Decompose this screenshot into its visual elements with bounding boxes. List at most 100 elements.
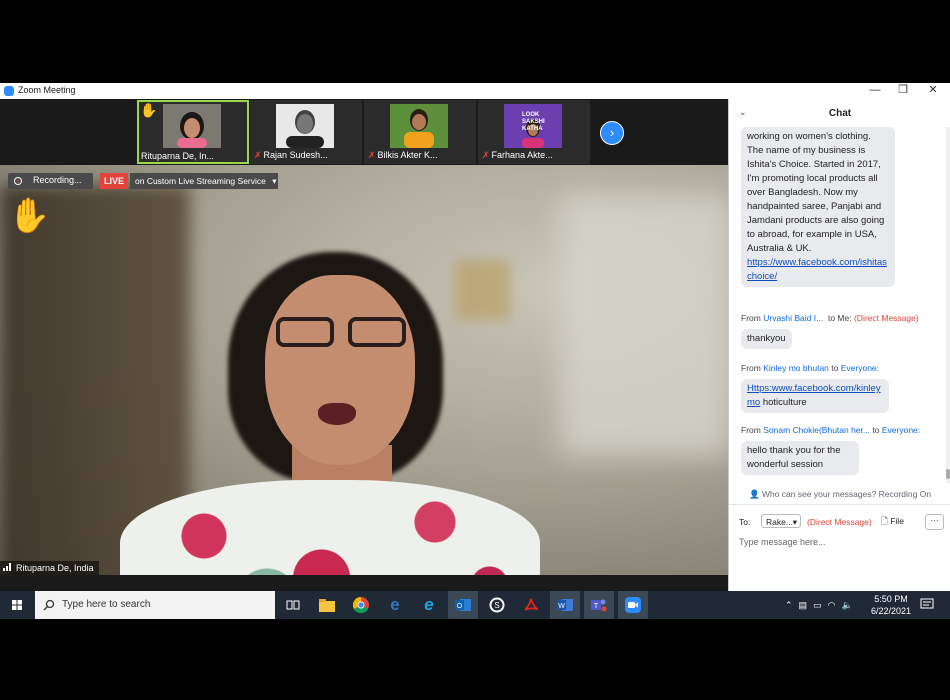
chat-header: ⌄ Chat <box>729 99 950 127</box>
participant-name: Rajan Sudesh... <box>263 150 328 160</box>
message-sender: From Sonam Chokie(Bhutan her... to Every… <box>741 425 921 435</box>
chat-message: Https:www.facebook.com/kinleymo hoticult… <box>741 379 889 413</box>
file-button[interactable]: 🗋 File <box>881 516 904 530</box>
chrome-button[interactable] <box>346 591 376 619</box>
acrobat-icon <box>524 598 538 611</box>
muted-mic-icon: ✗ <box>368 150 376 160</box>
acrobat-button[interactable] <box>516 591 546 619</box>
chat-message: thankyou <box>741 329 792 349</box>
system-tray: ⌃ ▤ ▭ ◠ 🔈 <box>785 591 853 619</box>
banner-text: LOOK SAKSHI KATHA <box>522 112 545 132</box>
who-can-see-link[interactable]: 👤 Who can see your messages? Recording O… <box>729 489 950 500</box>
chat-message: working on women's clothing. The name of… <box>741 127 895 287</box>
participant-name: Farhana Akte... <box>491 150 553 160</box>
message-sender: From Kinley mo bhutan to Everyone: <box>741 363 880 373</box>
chat-input[interactable]: Type message here... <box>739 537 826 547</box>
internet-explorer-icon: e <box>424 595 434 614</box>
participant-photo <box>276 104 334 148</box>
window-title: Zoom Meeting <box>18 85 76 95</box>
video-area: ✋ Rituparna De, In... ✗Rajan Sudesh... <box>0 99 728 619</box>
teams-icon: T <box>591 599 607 612</box>
skype-button[interactable]: S <box>482 591 512 619</box>
participant-thumb[interactable]: ✋ Rituparna De, In... <box>137 100 249 164</box>
edge-button[interactable]: e <box>380 591 410 619</box>
windows-taskbar: Type here to search e e O S W T ⌃ ▤ ▭ ◠ … <box>0 591 950 619</box>
start-button[interactable] <box>0 591 34 619</box>
close-button[interactable]: ✕ <box>918 83 948 99</box>
edge-icon: e <box>390 595 400 614</box>
file-explorer-button[interactable] <box>312 591 342 619</box>
participant-photo <box>390 104 448 148</box>
windows-logo-icon <box>12 600 22 610</box>
recording-indicator[interactable]: Recording... <box>8 173 93 189</box>
wifi-icon[interactable]: ◠ <box>828 600 836 611</box>
participant-thumb[interactable]: LOOK SAKSHI KATHA ✗ Farhana Akte... <box>478 100 590 164</box>
chrome-icon <box>353 597 369 613</box>
speaker-name-tag: Rituparna De, India <box>0 561 99 575</box>
skype-icon: S <box>489 597 505 613</box>
message-sender: From Urvashi Baid I... to Me: (Direct Me… <box>741 313 919 323</box>
direct-message-label: (Direct Message) <box>807 517 872 527</box>
svg-text:T: T <box>594 603 599 610</box>
teams-button[interactable]: T <box>584 591 614 619</box>
search-icon <box>43 599 55 611</box>
participant-strip: ✋ Rituparna De, In... ✗Rajan Sudesh... <box>0 99 728 165</box>
recipient-row: To: Rake... ▾ (Direct Message) 🗋 File ··· <box>739 514 944 530</box>
folder-icon <box>319 598 335 612</box>
chat-message: hello thank you for the wonderful sessio… <box>741 441 859 475</box>
network-icon[interactable]: ▤ <box>799 600 808 611</box>
recipient-select[interactable]: Rake... ▾ <box>761 514 801 528</box>
participant-thumb[interactable]: ✗ Bilkis Akter K... <box>364 100 476 164</box>
word-icon: W <box>557 599 573 611</box>
zoom-icon <box>625 597 641 613</box>
taskbar-clock[interactable]: 5:50 PM 6/22/2021 <box>866 593 916 617</box>
speaker-face <box>265 275 415 465</box>
chat-title: Chat <box>828 108 852 119</box>
caret-down-icon: ▾ <box>272 176 277 186</box>
raised-hand-icon: ✋ <box>8 197 51 235</box>
chat-scrollbar[interactable] <box>946 127 950 483</box>
participant-name: Rituparna De, In... <box>141 151 215 161</box>
battery-icon[interactable]: ▭ <box>813 600 822 611</box>
people-icon: 👤 <box>748 489 760 499</box>
live-streaming-dropdown[interactable]: on Custom Live Streaming Service ▾ <box>130 173 278 189</box>
record-icon <box>14 177 22 185</box>
svg-text:W: W <box>558 603 565 610</box>
title-bar: Zoom Meeting — ❐ ✕ <box>0 83 950 100</box>
zoom-window: Zoom Meeting — ❐ ✕ ✋ Rituparna De, In... <box>0 83 950 619</box>
word-button[interactable]: W <box>550 591 580 619</box>
chat-link[interactable]: https://www.facebook.com/ishitaschoice/ <box>747 257 887 282</box>
next-page-button[interactable]: › <box>600 121 624 145</box>
glasses <box>276 317 408 351</box>
zoom-app-icon <box>4 86 14 96</box>
chevron-right-icon: › <box>609 125 615 140</box>
volume-icon[interactable]: 🔈 <box>841 600 852 611</box>
live-badge: LIVE <box>100 173 128 189</box>
minimize-button[interactable]: — <box>860 83 890 99</box>
chat-panel: ⌄ Chat working on women's clothing. The … <box>728 99 950 619</box>
task-view-icon <box>286 600 300 610</box>
svg-text:S: S <box>494 601 499 610</box>
internet-explorer-button[interactable]: e <box>414 591 444 619</box>
muted-mic-icon: ✗ <box>482 150 490 160</box>
svg-text:O: O <box>457 603 463 610</box>
participant-photo <box>163 104 221 148</box>
raised-hand-icon: ✋ <box>140 102 158 118</box>
signal-bars-icon <box>3 563 13 571</box>
more-options-button[interactable]: ··· <box>925 514 944 530</box>
outlook-icon: O <box>455 599 471 611</box>
muted-mic-icon: ✗ <box>254 150 262 160</box>
chat-messages: working on women's clothing. The name of… <box>729 127 947 483</box>
participant-name: Bilkis Akter K... <box>377 150 438 160</box>
main-video: Recording... LIVE on Custom Live Streami… <box>0 165 728 575</box>
taskbar-search-box[interactable]: Type here to search <box>35 591 275 619</box>
chevron-up-icon[interactable]: ⌃ <box>785 600 793 611</box>
notifications-icon[interactable] <box>920 597 934 611</box>
caret-down-icon: ▾ <box>792 517 797 527</box>
outlook-button[interactable]: O <box>448 591 478 619</box>
zoom-taskbar-button[interactable] <box>618 591 648 619</box>
participant-thumb[interactable]: ✗ Rajan Sudesh... <box>250 100 362 164</box>
restore-button[interactable]: ❐ <box>888 83 918 99</box>
task-view-button[interactable] <box>278 591 308 619</box>
file-icon: 🗋 <box>881 516 888 526</box>
